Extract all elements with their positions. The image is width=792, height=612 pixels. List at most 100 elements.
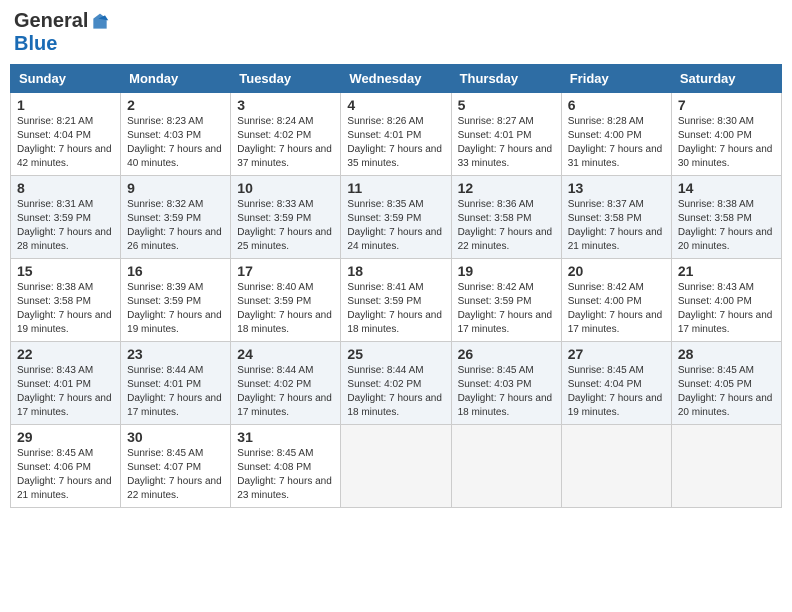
day-number: 29	[17, 429, 114, 445]
calendar-cell: 6 Sunrise: 8:28 AMSunset: 4:00 PMDaylight…	[561, 93, 671, 176]
day-info: Sunrise: 8:40 AMSunset: 3:59 PMDaylight:…	[237, 281, 334, 337]
calendar-cell: 26 Sunrise: 8:45 AMSunset: 4:03 PMDayligh…	[451, 342, 561, 425]
day-info: Sunrise: 8:39 AMSunset: 3:59 PMDaylight:…	[127, 281, 224, 337]
calendar-cell: 4 Sunrise: 8:26 AMSunset: 4:01 PMDaylight…	[341, 93, 451, 176]
calendar-cell: 27 Sunrise: 8:45 AMSunset: 4:04 PMDayligh…	[561, 342, 671, 425]
day-info: Sunrise: 8:24 AMSunset: 4:02 PMDaylight:…	[237, 115, 334, 171]
day-number: 27	[568, 346, 665, 362]
day-info: Sunrise: 8:28 AMSunset: 4:00 PMDaylight:…	[568, 115, 665, 171]
day-info: Sunrise: 8:44 AMSunset: 4:02 PMDaylight:…	[237, 364, 334, 420]
day-number: 9	[127, 180, 224, 196]
day-info: Sunrise: 8:45 AMSunset: 4:08 PMDaylight:…	[237, 447, 334, 503]
day-info: Sunrise: 8:38 AMSunset: 3:58 PMDaylight:…	[678, 198, 775, 254]
calendar-cell: 13Sunrise: 8:37 AMSunset: 3:58 PMDayligh…	[561, 176, 671, 259]
day-number: 6	[568, 97, 665, 113]
day-info: Sunrise: 8:45 AMSunset: 4:07 PMDaylight:…	[127, 447, 224, 503]
column-header-tuesday: Tuesday	[231, 65, 341, 93]
calendar-cell	[341, 425, 451, 508]
week-row-1: 1Sunrise: 8:21 AMSunset: 4:04 PMDaylight…	[11, 93, 782, 176]
calendar-cell: 23 Sunrise: 8:44 AMSunset: 4:01 PMDayligh…	[121, 342, 231, 425]
day-number: 22	[17, 346, 114, 362]
day-info: Sunrise: 8:43 AMSunset: 4:00 PMDaylight:…	[678, 281, 775, 337]
day-number: 24	[237, 346, 334, 362]
week-row-3: 15 Sunrise: 8:38 AMSunset: 3:58 PMDayligh…	[11, 259, 782, 342]
day-number: 12	[458, 180, 555, 196]
day-info: Sunrise: 8:23 AMSunset: 4:03 PMDaylight:…	[127, 115, 224, 171]
week-row-5: 29Sunrise: 8:45 AMSunset: 4:06 PMDayligh…	[11, 425, 782, 508]
day-info: Sunrise: 8:37 AMSunset: 3:58 PMDaylight:…	[568, 198, 665, 254]
column-header-thursday: Thursday	[451, 65, 561, 93]
calendar-cell: 3 Sunrise: 8:24 AMSunset: 4:02 PMDaylight…	[231, 93, 341, 176]
day-number: 21	[678, 263, 775, 279]
day-info: Sunrise: 8:30 AMSunset: 4:00 PMDaylight:…	[678, 115, 775, 171]
calendar-cell: 12Sunrise: 8:36 AMSunset: 3:58 PMDayligh…	[451, 176, 561, 259]
column-header-saturday: Saturday	[671, 65, 781, 93]
day-number: 18	[347, 263, 444, 279]
day-info: Sunrise: 8:45 AMSunset: 4:05 PMDaylight:…	[678, 364, 775, 420]
day-number: 4	[347, 97, 444, 113]
day-number: 26	[458, 346, 555, 362]
week-row-2: 8Sunrise: 8:31 AMSunset: 3:59 PMDaylight…	[11, 176, 782, 259]
week-row-4: 22 Sunrise: 8:43 AMSunset: 4:01 PMDayligh…	[11, 342, 782, 425]
day-number: 3	[237, 97, 334, 113]
calendar-cell: 28 Sunrise: 8:45 AMSunset: 4:05 PMDayligh…	[671, 342, 781, 425]
calendar-cell: 24 Sunrise: 8:44 AMSunset: 4:02 PMDayligh…	[231, 342, 341, 425]
calendar-cell	[671, 425, 781, 508]
day-info: Sunrise: 8:42 AMSunset: 3:59 PMDaylight:…	[458, 281, 555, 337]
logo: General Blue	[14, 10, 110, 56]
day-info: Sunrise: 8:41 AMSunset: 3:59 PMDaylight:…	[347, 281, 444, 337]
column-header-friday: Friday	[561, 65, 671, 93]
day-info: Sunrise: 8:26 AMSunset: 4:01 PMDaylight:…	[347, 115, 444, 171]
day-number: 19	[458, 263, 555, 279]
day-info: Sunrise: 8:35 AMSunset: 3:59 PMDaylight:…	[347, 198, 444, 254]
calendar-cell: 1Sunrise: 8:21 AMSunset: 4:04 PMDaylight…	[11, 93, 121, 176]
calendar-cell: 29Sunrise: 8:45 AMSunset: 4:06 PMDayligh…	[11, 425, 121, 508]
calendar-cell: 18 Sunrise: 8:41 AMSunset: 3:59 PMDayligh…	[341, 259, 451, 342]
column-header-sunday: Sunday	[11, 65, 121, 93]
day-number: 16	[127, 263, 224, 279]
day-info: Sunrise: 8:44 AMSunset: 4:01 PMDaylight:…	[127, 364, 224, 420]
day-info: Sunrise: 8:45 AMSunset: 4:03 PMDaylight:…	[458, 364, 555, 420]
calendar-table: SundayMondayTuesdayWednesdayThursdayFrid…	[10, 64, 782, 508]
calendar-header-row: SundayMondayTuesdayWednesdayThursdayFrid…	[11, 65, 782, 93]
day-number: 25	[347, 346, 444, 362]
calendar-cell: 25 Sunrise: 8:44 AMSunset: 4:02 PMDayligh…	[341, 342, 451, 425]
calendar-cell: 15 Sunrise: 8:38 AMSunset: 3:58 PMDayligh…	[11, 259, 121, 342]
day-info: Sunrise: 8:44 AMSunset: 4:02 PMDaylight:…	[347, 364, 444, 420]
day-number: 2	[127, 97, 224, 113]
day-info: Sunrise: 8:38 AMSunset: 3:58 PMDaylight:…	[17, 281, 114, 337]
day-number: 14	[678, 180, 775, 196]
day-info: Sunrise: 8:32 AMSunset: 3:59 PMDaylight:…	[127, 198, 224, 254]
column-header-monday: Monday	[121, 65, 231, 93]
logo-icon	[90, 12, 110, 32]
day-number: 31	[237, 429, 334, 445]
calendar-cell: 30Sunrise: 8:45 AMSunset: 4:07 PMDayligh…	[121, 425, 231, 508]
logo-blue: Blue	[14, 33, 57, 55]
day-number: 23	[127, 346, 224, 362]
calendar-cell: 22 Sunrise: 8:43 AMSunset: 4:01 PMDayligh…	[11, 342, 121, 425]
calendar-cell	[561, 425, 671, 508]
day-info: Sunrise: 8:45 AMSunset: 4:04 PMDaylight:…	[568, 364, 665, 420]
calendar-cell: 14 Sunrise: 8:38 AMSunset: 3:58 PMDayligh…	[671, 176, 781, 259]
day-number: 7	[678, 97, 775, 113]
calendar-cell: 5Sunrise: 8:27 AMSunset: 4:01 PMDaylight…	[451, 93, 561, 176]
calendar-cell: 2 Sunrise: 8:23 AMSunset: 4:03 PMDaylight…	[121, 93, 231, 176]
day-number: 8	[17, 180, 114, 196]
calendar-cell: 7 Sunrise: 8:30 AMSunset: 4:00 PMDaylight…	[671, 93, 781, 176]
day-number: 20	[568, 263, 665, 279]
calendar-cell: 20Sunrise: 8:42 AMSunset: 4:00 PMDayligh…	[561, 259, 671, 342]
calendar-cell	[451, 425, 561, 508]
calendar-cell: 19 Sunrise: 8:42 AMSunset: 3:59 PMDayligh…	[451, 259, 561, 342]
calendar-cell: 11 Sunrise: 8:35 AMSunset: 3:59 PMDayligh…	[341, 176, 451, 259]
day-info: Sunrise: 8:21 AMSunset: 4:04 PMDaylight:…	[17, 115, 114, 171]
calendar-cell: 9 Sunrise: 8:32 AMSunset: 3:59 PMDaylight…	[121, 176, 231, 259]
calendar-cell: 8Sunrise: 8:31 AMSunset: 3:59 PMDaylight…	[11, 176, 121, 259]
day-info: Sunrise: 8:43 AMSunset: 4:01 PMDaylight:…	[17, 364, 114, 420]
day-number: 17	[237, 263, 334, 279]
day-number: 5	[458, 97, 555, 113]
day-number: 11	[347, 180, 444, 196]
calendar-cell: 16 Sunrise: 8:39 AMSunset: 3:59 PMDayligh…	[121, 259, 231, 342]
day-number: 15	[17, 263, 114, 279]
calendar-cell: 10Sunrise: 8:33 AMSunset: 3:59 PMDayligh…	[231, 176, 341, 259]
day-number: 28	[678, 346, 775, 362]
